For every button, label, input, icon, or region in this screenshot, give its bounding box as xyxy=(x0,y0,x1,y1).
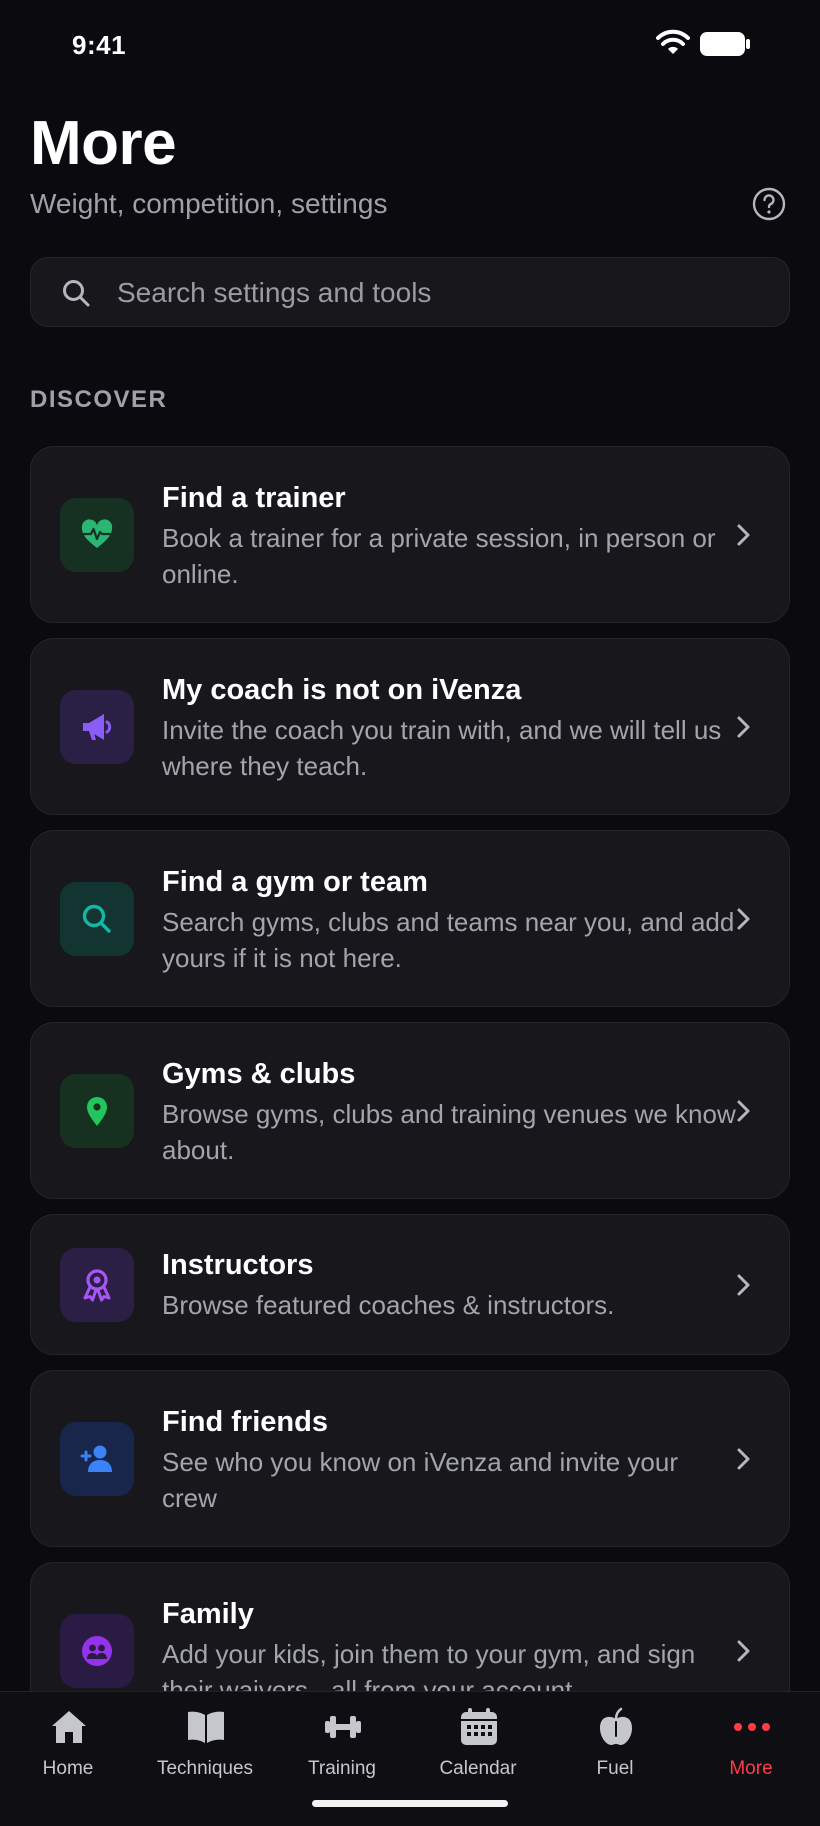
card-title: Family xyxy=(162,1598,254,1630)
card-description: Invite the coach you train with, and we … xyxy=(162,715,722,781)
card-icon-box xyxy=(60,1614,134,1688)
card-icon-box xyxy=(60,498,134,572)
home-icon xyxy=(52,1711,86,1743)
card-gyms-and-clubs[interactable]: Gyms & clubs Browse gyms, clubs and trai… xyxy=(30,1022,790,1199)
map-pin-icon xyxy=(87,1097,107,1126)
user-plus-icon xyxy=(80,1445,112,1472)
calendar-icon xyxy=(461,1708,497,1745)
card-instructors[interactable]: Instructors Browse featured coaches & in… xyxy=(30,1214,790,1355)
book-icon xyxy=(188,1711,224,1743)
card-description: Search gyms, clubs and teams near you, a… xyxy=(162,907,735,973)
card-title: Find a gym or team xyxy=(162,866,428,898)
chevron-right-icon xyxy=(737,1100,750,1122)
card-description: Browse featured coaches & instructors. xyxy=(162,1290,615,1320)
tab-more[interactable]: More xyxy=(683,1692,819,1792)
card-find-friends[interactable]: Find friends See who you know on iVenza … xyxy=(30,1370,790,1547)
page-subtitle: Weight, competition, settings xyxy=(30,188,388,219)
apple-icon xyxy=(600,1707,632,1745)
tab-calendar[interactable]: Calendar xyxy=(410,1692,546,1792)
card-description: Book a trainer for a private session, in… xyxy=(162,523,716,589)
search-input[interactable] xyxy=(115,258,759,328)
card-title: Gyms & clubs xyxy=(162,1058,356,1090)
page-title: More xyxy=(30,109,177,178)
tab-techniques[interactable]: Techniques xyxy=(137,1692,273,1792)
card-description: See who you know on iVenza and invite yo… xyxy=(162,1447,679,1513)
card-title: Find friends xyxy=(162,1406,328,1438)
tab-label: Techniques xyxy=(156,1758,254,1779)
megaphone-icon xyxy=(83,714,112,740)
card-title: Find a trainer xyxy=(162,482,346,514)
help-circle-icon[interactable] xyxy=(752,187,786,221)
tab-label: Calendar xyxy=(439,1758,517,1779)
card-find-trainer[interactable]: Find a trainer Book a trainer for a priv… xyxy=(30,446,790,623)
card-title: My coach is not on iVenza xyxy=(162,674,522,706)
chevron-right-icon xyxy=(737,1274,750,1296)
chevron-right-icon xyxy=(737,524,750,546)
chevron-right-icon xyxy=(737,908,750,930)
card-title: Instructors xyxy=(162,1249,314,1281)
card-icon-box xyxy=(60,690,134,764)
heart-pulse-icon xyxy=(81,519,113,548)
status-bar: 9:41 xyxy=(0,0,820,90)
card-coach-not-on-ivenza[interactable]: My coach is not on iVenza Invite the coa… xyxy=(30,638,790,815)
more-dots-icon xyxy=(734,1723,770,1731)
battery-icon xyxy=(700,32,750,56)
card-icon-box xyxy=(60,882,134,956)
dumbbell-icon xyxy=(325,1716,361,1738)
tab-fuel[interactable]: Fuel xyxy=(547,1692,683,1792)
card-find-gym-or-team[interactable]: Find a gym or team Search gyms, clubs an… xyxy=(30,830,790,1007)
chevron-right-icon xyxy=(737,716,750,738)
award-icon xyxy=(83,1269,111,1302)
card-description: Browse gyms, clubs and training venues w… xyxy=(162,1099,736,1165)
tab-label: Home xyxy=(42,1758,94,1779)
chevron-right-icon xyxy=(737,1448,750,1470)
card-icon-box xyxy=(60,1248,134,1322)
tab-label: Training xyxy=(308,1758,376,1779)
home-indicator xyxy=(312,1800,508,1807)
tab-home[interactable]: Home xyxy=(0,1692,136,1792)
tab-label: Fuel xyxy=(596,1758,634,1779)
card-icon-box xyxy=(60,1074,134,1148)
status-time: 9:41 xyxy=(72,30,127,60)
family-icon xyxy=(82,1636,112,1666)
wifi-icon xyxy=(656,29,690,54)
card-icon-box xyxy=(60,1422,134,1496)
search-icon xyxy=(82,904,111,933)
search-bar[interactable] xyxy=(30,257,790,328)
search-icon xyxy=(63,280,90,307)
tab-training[interactable]: Training xyxy=(274,1692,410,1792)
chevron-right-icon xyxy=(737,1640,750,1662)
tab-label: More xyxy=(729,1758,773,1779)
section-label-discover: DISCOVER xyxy=(30,386,168,413)
